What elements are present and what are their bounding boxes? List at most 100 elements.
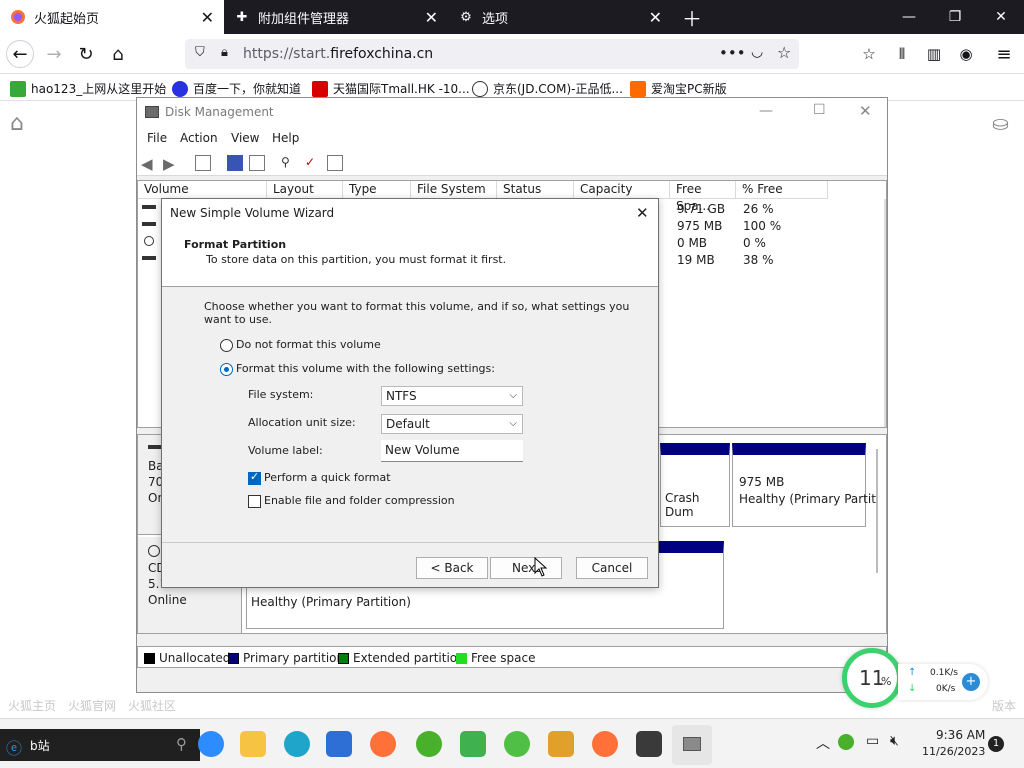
volume-label-input[interactable]: New Volume	[381, 440, 523, 462]
back-button[interactable]: ←	[6, 40, 34, 68]
more-actions-icon[interactable]: •••	[719, 44, 746, 62]
partition-crash-dump[interactable]: Crash Dum	[660, 443, 730, 527]
home-icon[interactable]: ⌂	[10, 111, 24, 136]
tray-chevron-icon[interactable]: ︿	[816, 733, 830, 753]
menu-action[interactable]: Action	[180, 131, 218, 145]
forward-button[interactable]: →	[40, 40, 68, 68]
archive-app-icon[interactable]	[548, 731, 574, 757]
dm-minimize-button[interactable]: —	[759, 103, 773, 119]
col-free-space[interactable]: Free Spa...	[670, 181, 736, 213]
footer-link-home[interactable]: 火狐主页	[8, 697, 56, 714]
connect-icon[interactable]: ⚲	[281, 155, 297, 171]
detail-icon[interactable]	[327, 155, 343, 171]
new-tab-button[interactable]: ＋	[672, 0, 708, 34]
footer-link-official[interactable]: 火狐官网	[68, 697, 116, 714]
home-button[interactable]: ⌂	[104, 40, 132, 68]
col-layout[interactable]: Layout	[267, 181, 343, 199]
green-plus-app-icon[interactable]	[416, 731, 442, 757]
paint-bucket-icon[interactable]: ⛀	[992, 111, 1009, 135]
pocket-icon[interactable]: ◡	[751, 44, 763, 60]
colorful-app-icon[interactable]	[460, 731, 486, 757]
bookmarks-library-icon[interactable]: ⫴	[888, 40, 916, 68]
col-type[interactable]: Type	[343, 181, 411, 199]
back-button[interactable]: < Back	[416, 557, 488, 579]
radio-no-format[interactable]	[220, 339, 233, 352]
wizard-title: New Simple Volume Wizard	[170, 206, 335, 220]
close-tab-icon[interactable]: ✕	[201, 8, 214, 27]
bookmark-aitaobao[interactable]: 爱淘宝PC新版	[630, 80, 727, 97]
clock-time[interactable]: 9:36 AM	[936, 728, 985, 742]
account-icon[interactable]: ◉	[952, 40, 980, 68]
tray-monitor-icon[interactable]: ▭	[866, 733, 879, 749]
graph-scrollbar[interactable]	[876, 449, 878, 573]
vertical-scrollbar[interactable]	[884, 199, 886, 427]
bookmark-hao123[interactable]: hao123_上网从这里开始	[10, 80, 166, 97]
tab-addons[interactable]: ✚ 附加组件管理器 ✕	[224, 0, 448, 34]
firefox-taskbar-icon[interactable]	[370, 731, 396, 757]
radio-no-format-label[interactable]: Do not format this volume	[236, 338, 381, 351]
show-hide-tree-icon[interactable]	[195, 155, 211, 171]
url-bar[interactable]: ⛉ 🔒︎ https://start.firefoxchina.cn ••• ◡…	[185, 39, 799, 69]
radio-format[interactable]	[220, 363, 233, 376]
bookmark-jd[interactable]: 京东(JD.COM)-正品低...	[472, 80, 623, 97]
reload-button[interactable]: ↻	[72, 40, 100, 68]
compression-checkbox[interactable]	[248, 495, 261, 508]
active-app-highlight[interactable]	[672, 725, 712, 765]
tab-firefox-start[interactable]: 火狐起始页 ✕	[0, 0, 224, 34]
checklist-icon[interactable]: ✓	[305, 155, 321, 171]
col-file-system[interactable]: File System	[411, 181, 497, 199]
menu-icon[interactable]: ≡	[990, 40, 1018, 68]
col-volume[interactable]: Volume	[138, 181, 267, 199]
bookmark-star-icon[interactable]: ☆	[777, 43, 791, 62]
restore-button[interactable]: ❐	[932, 0, 978, 34]
help-icon[interactable]	[227, 155, 243, 171]
photo-app-icon[interactable]	[636, 731, 662, 757]
cancel-button[interactable]: Cancel	[576, 557, 648, 579]
notification-badge[interactable]: 1	[988, 736, 1004, 752]
tab-options[interactable]: ⚙ 选项 ✕	[448, 0, 672, 34]
quick-format-checkbox[interactable]: ✓	[248, 470, 261, 485]
footer-link-community[interactable]: 火狐社区	[128, 697, 176, 714]
allocation-unit-select[interactable]: Default ⌵	[381, 414, 523, 434]
file-explorer-icon[interactable]	[240, 731, 266, 757]
next-button[interactable]: Next	[490, 557, 562, 579]
library-icon[interactable]: ☆	[855, 40, 883, 68]
network-speed-widget[interactable]: 11 % ↑ 0.1K/s ↓ 0K/s +	[842, 648, 990, 710]
edge-icon[interactable]	[284, 731, 310, 757]
sidebar-icon[interactable]: ▥	[920, 40, 948, 68]
file-system-select[interactable]: NTFS ⌵	[381, 386, 523, 406]
lock-icon[interactable]: 🔒︎	[221, 45, 228, 60]
forward-arrow-icon[interactable]: ▶	[163, 155, 179, 173]
dm-maximize-button[interactable]: ☐	[813, 102, 826, 118]
quick-format-label[interactable]: Perform a quick format	[264, 471, 391, 484]
close-tab-icon[interactable]: ✕	[425, 8, 438, 27]
dm-close-button[interactable]: ✕	[859, 102, 872, 120]
menu-file[interactable]: File	[147, 131, 167, 145]
partition-primary-975[interactable]: 975 MB Healthy (Primary Partit	[732, 443, 876, 527]
wizard-close-button[interactable]: ✕	[636, 204, 649, 222]
tray-plus-icon[interactable]	[838, 734, 854, 750]
tray-volume-icon[interactable]: 🔇︎	[890, 733, 899, 749]
taskbar-search-box[interactable]: ⓔ b站 ⚲	[0, 729, 200, 761]
boost-plus-icon[interactable]: +	[962, 673, 980, 691]
clock-date[interactable]: 11/26/2023	[922, 745, 985, 758]
store-icon[interactable]	[326, 731, 352, 757]
properties-icon[interactable]	[249, 155, 265, 171]
back-arrow-icon[interactable]: ◀	[141, 155, 157, 173]
refresh-app-icon[interactable]	[504, 731, 530, 757]
col-status[interactable]: Status	[497, 181, 574, 199]
menu-help[interactable]: Help	[272, 131, 299, 145]
bookmark-baidu[interactable]: 百度一下，你就知道	[172, 80, 301, 97]
close-tab-icon[interactable]: ✕	[649, 8, 662, 27]
col-percent-free[interactable]: % Free	[736, 181, 828, 199]
compression-label[interactable]: Enable file and folder compression	[264, 494, 455, 507]
zoom-app-icon[interactable]	[198, 731, 224, 757]
shield-icon[interactable]: ⛉	[195, 45, 205, 60]
bookmark-tmall[interactable]: 天猫国际Tmall.HK -10...	[312, 80, 470, 97]
close-window-button[interactable]: ✕	[978, 0, 1024, 34]
col-capacity[interactable]: Capacity	[574, 181, 670, 199]
radio-format-label[interactable]: Format this volume with the following se…	[236, 362, 495, 375]
minimize-button[interactable]: —	[886, 0, 932, 34]
firefox-taskbar-icon-2[interactable]	[592, 731, 618, 757]
menu-view[interactable]: View	[231, 131, 259, 145]
